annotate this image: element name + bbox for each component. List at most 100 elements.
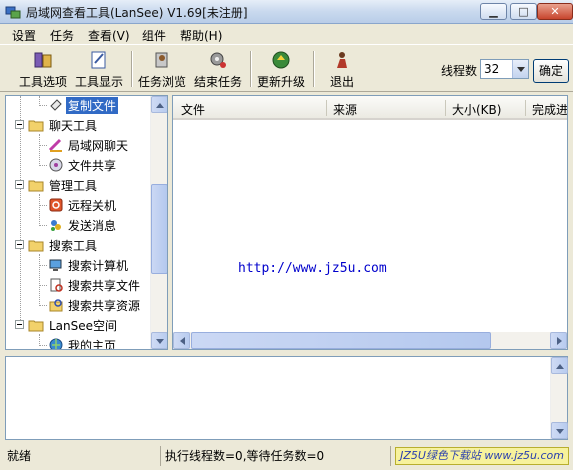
options-label: 工具选项 xyxy=(18,75,67,89)
folder-icon xyxy=(28,180,44,192)
exit-label: 退出 xyxy=(329,75,354,89)
column-source[interactable]: 来源 xyxy=(327,101,357,118)
tree-item-lan-chat[interactable]: 局域网聊天 xyxy=(6,136,156,154)
collapse-icon[interactable] xyxy=(15,180,24,189)
computer-search-icon xyxy=(49,259,62,271)
tool-display-label: 工具显示 xyxy=(74,75,123,89)
column-progress[interactable]: 完成进 xyxy=(526,101,567,118)
tree-item-label: 发送消息 xyxy=(68,219,117,233)
exit-button[interactable]: 退出 xyxy=(320,47,364,91)
tree-scrollbar[interactable] xyxy=(150,96,167,349)
tree-item-file-share[interactable]: 文件共享 xyxy=(6,156,156,174)
tree-item-search-resources[interactable]: 搜索共享资源 xyxy=(6,296,156,314)
tree-item-label: 局域网聊天 xyxy=(68,139,129,153)
tree-item-label: 远程关机 xyxy=(68,199,117,213)
tree-group-lansee-space[interactable]: LanSee空间 xyxy=(6,316,156,334)
tree-item-label: 搜索共享文件 xyxy=(68,279,141,293)
folder-icon xyxy=(28,320,44,332)
scroll-thumb[interactable] xyxy=(191,332,491,349)
file-search-icon xyxy=(50,278,63,292)
folder-icon xyxy=(28,120,44,132)
folder-icon xyxy=(28,240,44,252)
scroll-up-icon[interactable] xyxy=(551,357,568,374)
tree-item-label: 我的主页 xyxy=(68,339,117,350)
options-button[interactable]: 工具选项 xyxy=(16,47,70,91)
tree-item-search-files[interactable]: 搜索共享文件 xyxy=(6,276,156,294)
options-icon xyxy=(34,52,52,68)
end-task-button[interactable]: 结束任务 xyxy=(191,47,245,91)
tree-item-label: 搜索工具 xyxy=(49,239,98,253)
column-file[interactable]: 文件 xyxy=(175,101,205,118)
tree-item-label: 管理工具 xyxy=(49,179,98,193)
tree-item-label: 搜索共享资源 xyxy=(68,299,141,313)
toolbar-separator xyxy=(131,51,133,87)
tree-item-search-computer[interactable]: 搜索计算机 xyxy=(6,256,156,274)
minimize-button[interactable]: ▁ xyxy=(480,3,507,20)
copy-file-icon xyxy=(50,99,62,111)
update-button[interactable]: 更新升级 xyxy=(254,47,308,91)
task-list[interactable]: 文件 来源 大小(KB) 完成进 http://www.jz5u.com xyxy=(172,95,568,350)
menu-bar: 设置 任务 查看(V) 组件 帮助(H) xyxy=(0,24,573,44)
task-browse-button[interactable]: 任务浏览 xyxy=(135,47,189,91)
task-browse-icon xyxy=(155,52,168,68)
thread-count-value: 32 xyxy=(484,62,500,76)
scroll-thumb[interactable] xyxy=(151,184,167,274)
tree-item-copy-file[interactable]: 复制文件 xyxy=(6,96,156,114)
tool-display-button[interactable]: 工具显示 xyxy=(72,47,126,91)
brand-watermark: JZ5U绿色下载站 www.jz5u.com xyxy=(395,447,569,465)
list-horizontal-scrollbar[interactable] xyxy=(173,332,567,349)
tree-group-search[interactable]: 搜索工具 xyxy=(6,236,156,254)
list-header: 文件 来源 大小(KB) 完成进 xyxy=(173,96,567,120)
toolbar-separator xyxy=(313,51,315,87)
shutdown-icon xyxy=(49,198,63,212)
tree-group-manage[interactable]: 管理工具 xyxy=(6,176,156,194)
end-task-label: 结束任务 xyxy=(193,75,242,89)
column-size[interactable]: 大小(KB) xyxy=(446,101,501,118)
collapse-icon[interactable] xyxy=(15,240,24,249)
scroll-right-icon[interactable] xyxy=(550,332,567,349)
tree-item-label: LanSee空间 xyxy=(49,319,118,333)
homepage-icon xyxy=(49,338,63,349)
status-state: 就绪 xyxy=(3,446,161,466)
watermark-url: http://www.jz5u.com xyxy=(238,261,387,276)
collapse-icon[interactable] xyxy=(15,120,24,129)
toolbar: 工具选项 工具显示 任务浏览 结束任务 更新升级 退出 线程数 32 确定 xyxy=(0,44,573,92)
tool-tree[interactable]: 复制文件 聊天工具 局域网聊天 文件共享 管理工具 远程关机 发送消息 搜索工具 xyxy=(5,95,168,350)
tree-item-label: 文件共享 xyxy=(68,159,117,173)
update-label: 更新升级 xyxy=(256,75,305,89)
chevron-down-icon[interactable] xyxy=(512,60,528,78)
tree-item-remote-shutdown[interactable]: 远程关机 xyxy=(6,196,156,214)
resource-search-icon xyxy=(49,299,63,312)
scroll-down-icon[interactable] xyxy=(151,332,167,349)
menu-help[interactable]: 帮助(H) xyxy=(180,27,222,44)
status-threads: 执行线程数=0,等待任务数=0 xyxy=(161,446,391,466)
menu-components[interactable]: 组件 xyxy=(142,27,166,44)
scroll-left-icon[interactable] xyxy=(173,332,190,349)
tree-item-send-message[interactable]: 发送消息 xyxy=(6,216,156,234)
scroll-down-icon[interactable] xyxy=(551,422,568,439)
thread-count-label: 线程数 xyxy=(441,64,478,78)
log-area[interactable] xyxy=(5,356,568,440)
update-icon xyxy=(272,51,290,69)
chat-icon xyxy=(48,138,62,152)
log-scrollbar[interactable] xyxy=(550,357,568,439)
window-title: 局域网查看工具(LanSee) V1.69[未注册] xyxy=(26,6,248,20)
thread-count-select[interactable]: 32 xyxy=(480,59,529,79)
close-button[interactable]: ✕ xyxy=(537,3,573,20)
message-icon xyxy=(51,220,61,231)
tree-item-homepage[interactable]: 我的主页 xyxy=(6,336,156,350)
confirm-button[interactable]: 确定 xyxy=(533,59,569,83)
tree-item-label: 复制文件 xyxy=(66,97,119,114)
maximize-button[interactable]: □ xyxy=(510,3,537,20)
menu-settings[interactable]: 设置 xyxy=(12,27,36,44)
status-bar: 就绪 执行线程数=0,等待任务数=0 JZ5U绿色下载站 www.jz5u.co… xyxy=(0,443,573,470)
tool-display-icon xyxy=(91,51,106,69)
tree-group-chat[interactable]: 聊天工具 xyxy=(6,116,156,134)
collapse-icon[interactable] xyxy=(15,320,24,329)
menu-task[interactable]: 任务 xyxy=(50,27,74,44)
menu-view[interactable]: 查看(V) xyxy=(88,27,130,44)
tree-item-label: 搜索计算机 xyxy=(68,259,129,273)
scroll-up-icon[interactable] xyxy=(151,96,167,113)
exit-icon xyxy=(337,52,347,68)
app-icon xyxy=(5,6,21,19)
